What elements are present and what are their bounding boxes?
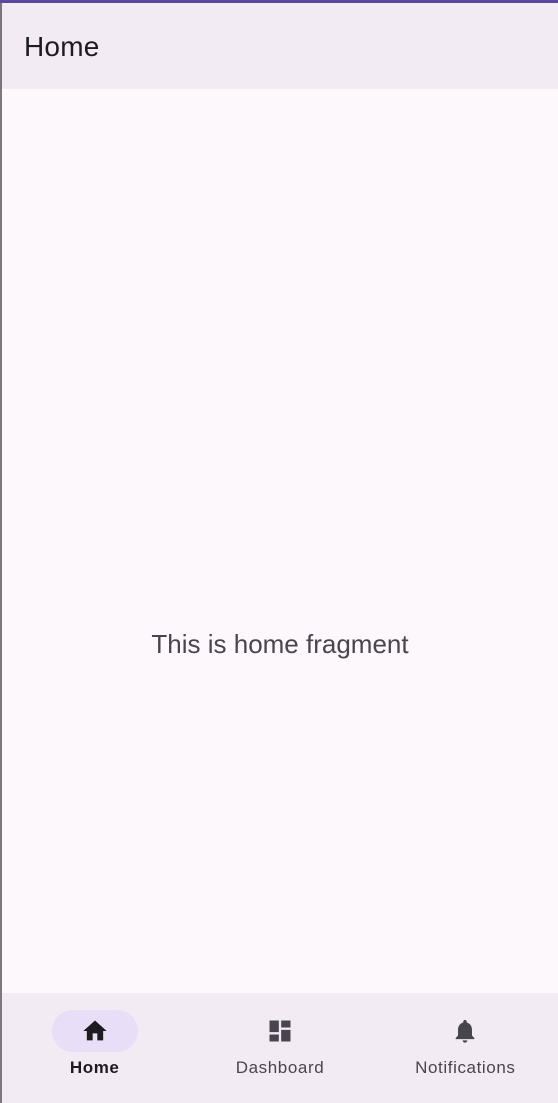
top-app-bar: Home [2, 3, 558, 89]
nav-label-home: Home [69, 1058, 120, 1077]
page-title: Home [24, 31, 100, 62]
bottom-navigation: Home Dashboard Notifications [2, 993, 558, 1103]
nav-item-dashboard[interactable]: Dashboard [187, 993, 372, 1103]
home-fragment: This is home fragment [2, 89, 558, 993]
home-icon [82, 1020, 107, 1041]
nav-label-dashboard: Dashboard [235, 1058, 325, 1077]
nav-icon-container [237, 1010, 323, 1052]
nav-label-notifications: Notifications [415, 1058, 516, 1077]
nav-icon-container [422, 1010, 508, 1052]
nav-item-home[interactable]: Home [2, 993, 187, 1103]
notifications-icon [455, 1019, 475, 1043]
fragment-text: This is home fragment [151, 629, 409, 659]
dashboard-icon [269, 1020, 291, 1042]
nav-item-notifications[interactable]: Notifications [373, 993, 558, 1103]
active-indicator [51, 1010, 138, 1052]
